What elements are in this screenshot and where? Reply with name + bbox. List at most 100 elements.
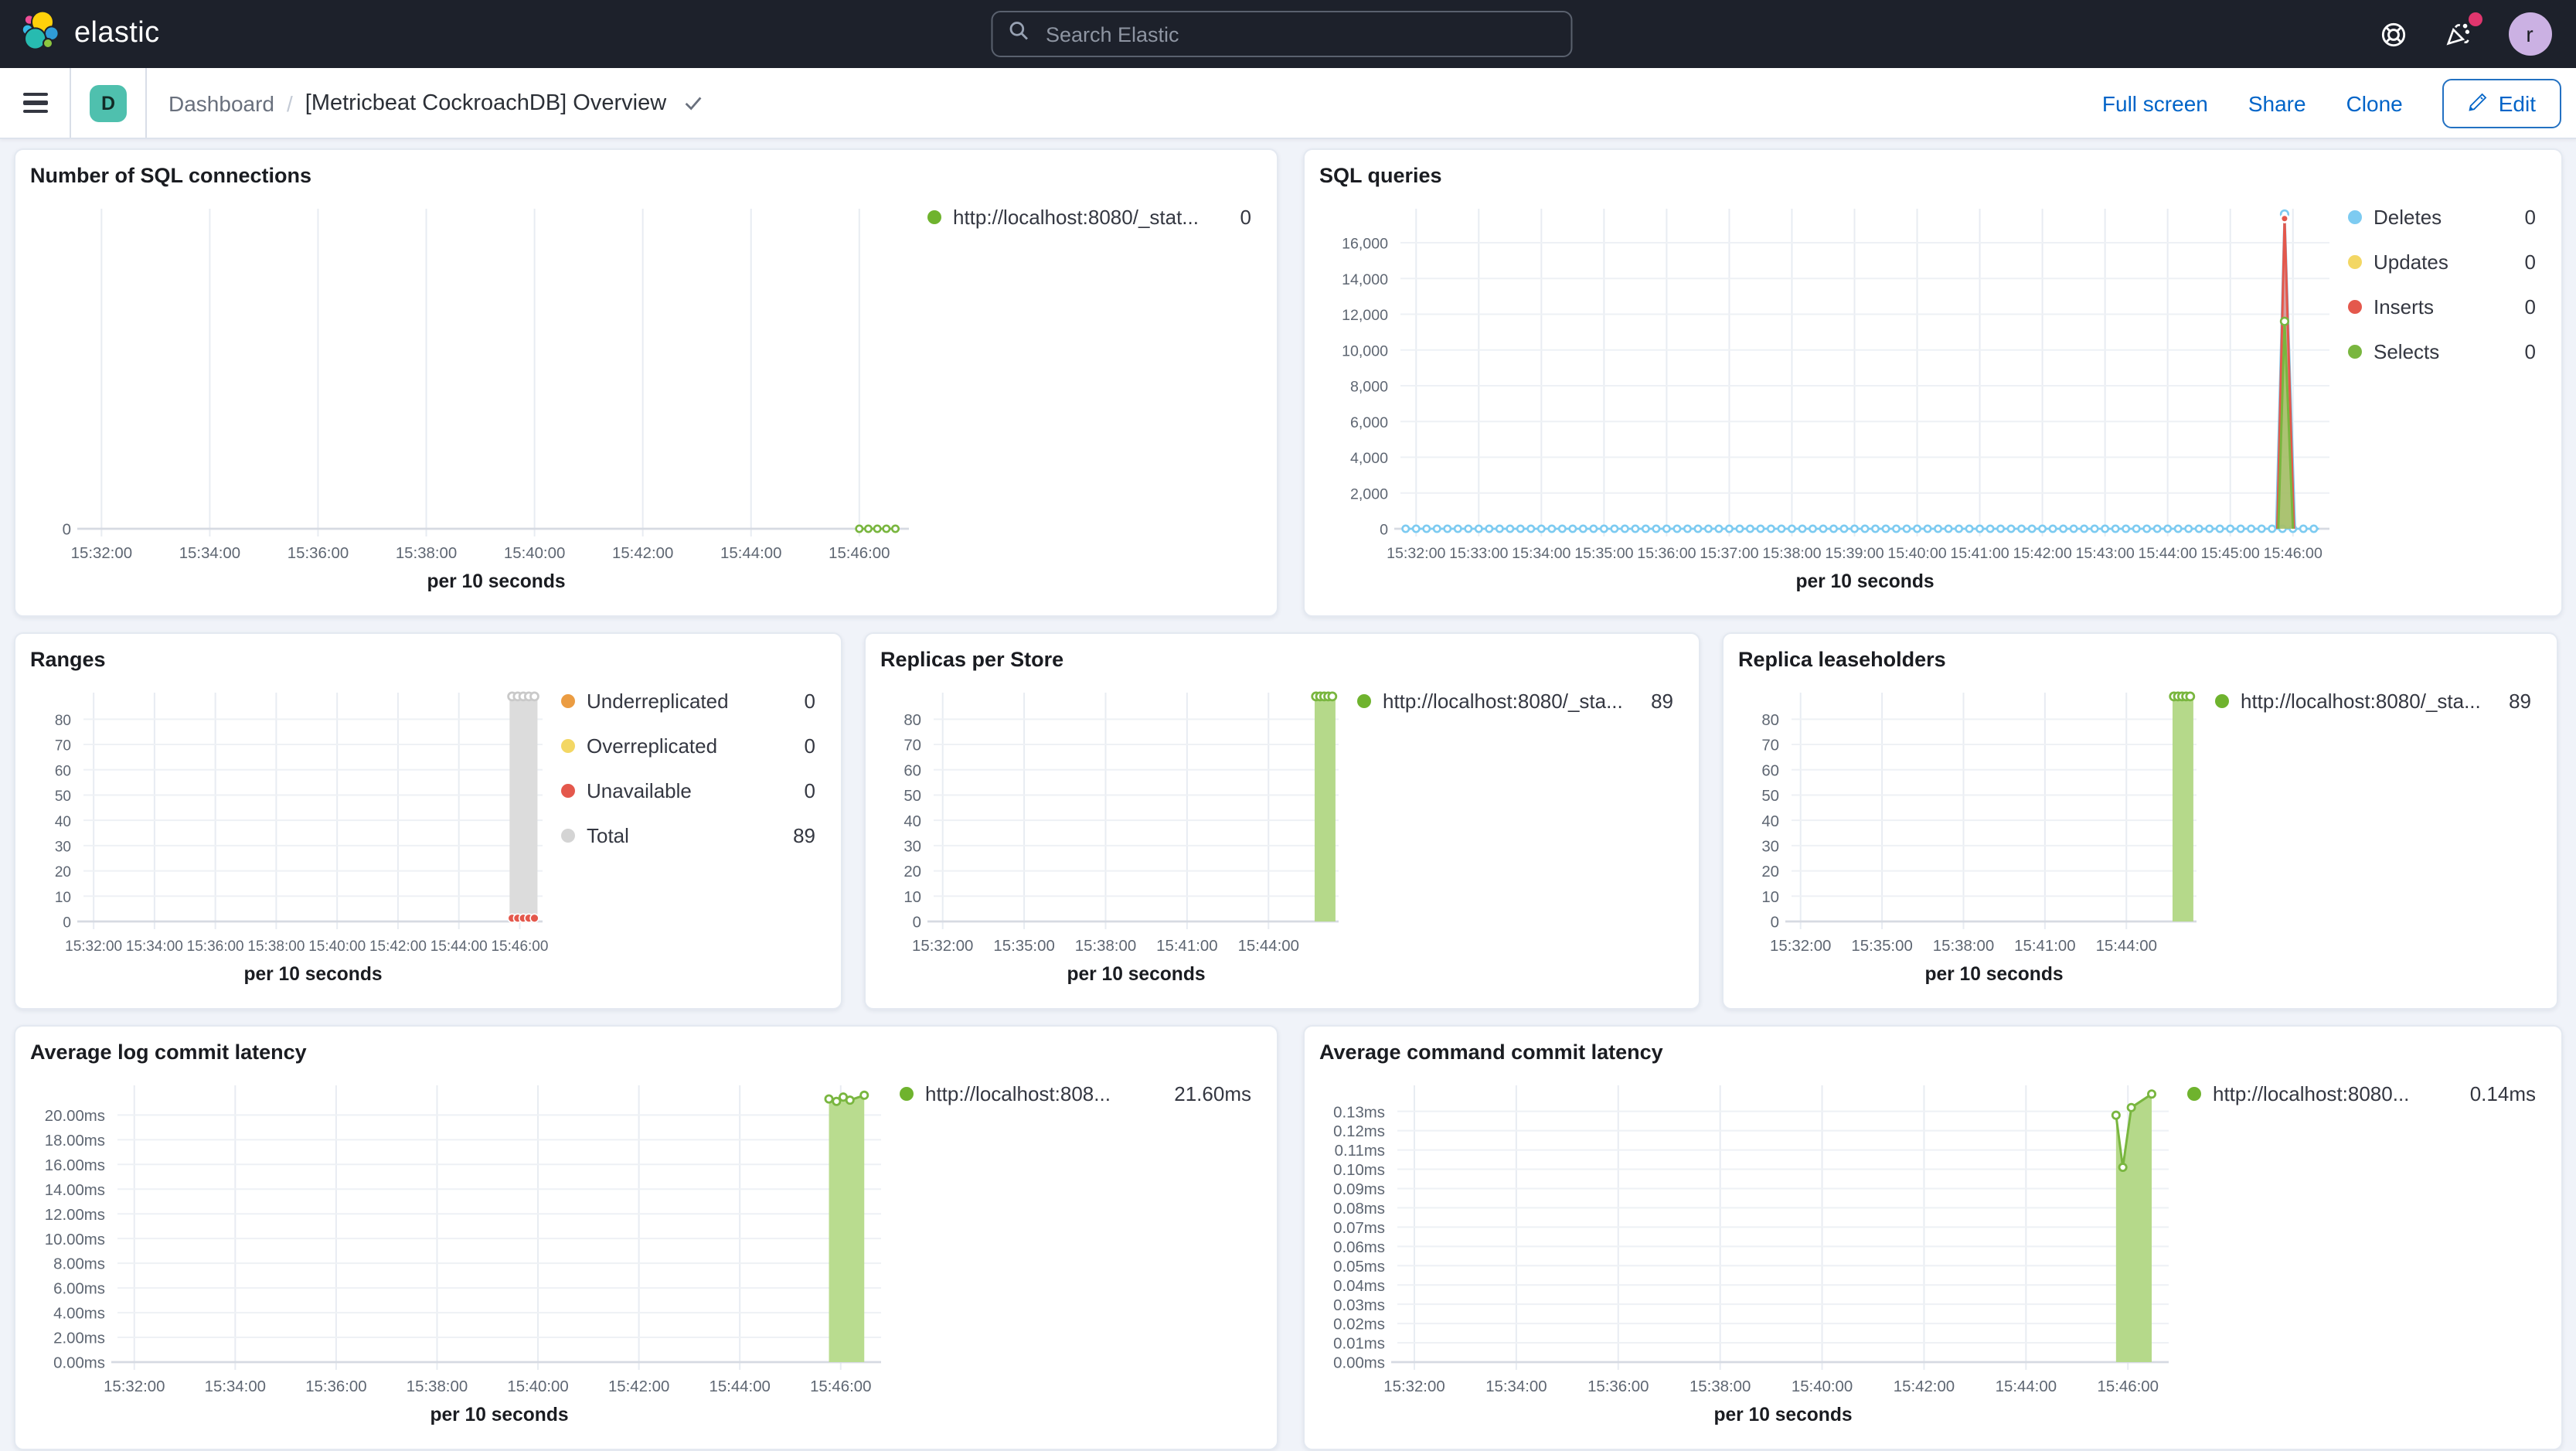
dashboard-toolbar: D Dashboard / [Metricbeat CockroachDB] O… xyxy=(0,68,2576,139)
svg-text:15:35:00: 15:35:00 xyxy=(992,938,1053,955)
panel-title[interactable]: Replicas per Store xyxy=(880,646,1683,674)
dashboard-app-badge[interactable]: D xyxy=(90,84,127,121)
legend-label: http://localhost:8080/_sta... xyxy=(1383,690,1623,713)
svg-text:15:40:00: 15:40:00 xyxy=(1887,545,1945,562)
panel-title[interactable]: Average log commit latency xyxy=(30,1039,1261,1067)
legend-label: http://localhost:808... xyxy=(925,1082,1111,1105)
svg-text:80: 80 xyxy=(54,713,70,729)
chart-canvas[interactable]: 0 10 20 30 40 50 60 70 80 15:32:00 15:35:00 15:38:0… xyxy=(1738,680,2214,993)
user-avatar[interactable]: r xyxy=(2508,12,2551,56)
panel-title[interactable]: SQL queries xyxy=(1319,162,2545,190)
legend-value: 21.60ms xyxy=(1174,1082,1251,1105)
breadcrumb: Dashboard / [Metricbeat CockroachDB] Ove… xyxy=(147,90,705,115)
elastic-brand[interactable]: elastic xyxy=(0,9,160,58)
svg-text:15:42:00: 15:42:00 xyxy=(1893,1378,1954,1395)
svg-text:80: 80 xyxy=(1761,712,1778,729)
legend-item[interactable]: Total 89 xyxy=(560,824,815,847)
global-search[interactable] xyxy=(991,11,1573,57)
legend-item[interactable]: http://localhost:808... 21.60ms xyxy=(899,1082,1251,1105)
svg-text:15:40:00: 15:40:00 xyxy=(506,1378,567,1395)
svg-text:0.05ms: 0.05ms xyxy=(1332,1259,1384,1276)
legend-item[interactable]: Inserts 0 xyxy=(2347,295,2536,318)
svg-text:15:42:00: 15:42:00 xyxy=(607,1378,669,1395)
panel-title[interactable]: Average command commit latency xyxy=(1319,1039,2545,1067)
svg-text:15:43:00: 15:43:00 xyxy=(2074,545,2133,562)
legend-item[interactable]: http://localhost:8080/_sta... 89 xyxy=(1356,690,1673,713)
legend-value: 0 xyxy=(804,690,815,713)
chart-canvas[interactable]: 0.00ms 0.01ms 0.02ms 0.03ms 0.04ms 0.05ms 0.06… xyxy=(1319,1073,2186,1433)
legend-dot-icon xyxy=(560,829,574,843)
panel-title[interactable]: Replica leaseholders xyxy=(1738,646,2540,674)
svg-text:per 10 seconds: per 10 seconds xyxy=(1924,964,2062,985)
legend-dot-icon xyxy=(2347,210,2361,224)
search-input[interactable] xyxy=(1042,21,1556,47)
svg-text:15:40:00: 15:40:00 xyxy=(308,938,365,955)
legend-label: Underreplicated xyxy=(587,690,729,713)
dashboard-panel: Number of SQL connections 0 15:32:00 15:34… xyxy=(13,148,1278,617)
chart-canvas[interactable]: 0 10 20 30 40 50 60 70 80 15:32:00 15:34:00 15:36:0… xyxy=(30,680,560,993)
menu-icon[interactable] xyxy=(0,68,71,138)
panel-body: 0 10 20 30 40 50 60 70 80 15:32:00 15:35:00 15:38:0… xyxy=(1738,680,2540,993)
legend-item[interactable]: http://localhost:8080/_stat... 0 xyxy=(927,206,1251,229)
dashboard-panel: Replica leaseholders 0 10 20 30 40 50 60 70 80 15… xyxy=(1721,632,2557,1010)
chart-canvas[interactable]: 0 15:32:00 15:34:00 15:36:00 15:38:00 15:40:0… xyxy=(30,196,927,600)
newsfeed-icon[interactable] xyxy=(2443,12,2482,49)
chart-legend: Deletes 0 Updates 0 Inserts 0 Selects 0 xyxy=(2347,206,2536,600)
dashboard-panel: SQL queries 0 2,000 4,000 6,000 8,000 10,000 1… xyxy=(1302,148,2562,617)
svg-text:10: 10 xyxy=(1761,889,1778,906)
svg-text:70: 70 xyxy=(1761,737,1778,754)
share-button[interactable]: Share xyxy=(2248,90,2306,115)
chart-canvas[interactable]: 0 10 20 30 40 50 60 70 80 15:32:00 15:35:00 15:38:0… xyxy=(880,680,1356,993)
svg-text:15:39:00: 15:39:00 xyxy=(1824,545,1883,562)
full-screen-button[interactable]: Full screen xyxy=(2102,90,2208,115)
notification-badge xyxy=(2468,12,2482,26)
legend-value: 0 xyxy=(2524,295,2536,318)
svg-text:15:44:00: 15:44:00 xyxy=(2138,545,2197,562)
svg-text:15:38:00: 15:38:00 xyxy=(406,1378,467,1395)
legend-item[interactable]: Selects 0 xyxy=(2347,340,2536,363)
svg-text:0: 0 xyxy=(1379,522,1387,539)
svg-text:0.09ms: 0.09ms xyxy=(1332,1181,1384,1198)
legend-dot-icon xyxy=(2347,255,2361,269)
svg-text:10: 10 xyxy=(54,890,70,906)
svg-text:40: 40 xyxy=(1761,813,1778,830)
chart-legend: http://localhost:8080/_stat... 0 xyxy=(927,206,1251,600)
svg-text:per 10 seconds: per 10 seconds xyxy=(426,571,564,592)
legend-label: Total xyxy=(587,824,629,847)
legend-dot-icon xyxy=(560,784,574,798)
svg-text:15:45:00: 15:45:00 xyxy=(2200,545,2259,562)
svg-text:2,000: 2,000 xyxy=(1349,485,1387,502)
panel-title[interactable]: Number of SQL connections xyxy=(30,162,1261,190)
svg-text:15:37:00: 15:37:00 xyxy=(1699,545,1758,562)
svg-text:10: 10 xyxy=(903,889,920,906)
clone-button[interactable]: Clone xyxy=(2346,90,2403,115)
legend-dot-icon xyxy=(560,694,574,708)
edit-button[interactable]: Edit xyxy=(2442,78,2561,128)
chart-canvas[interactable]: 0.00ms 2.00ms 4.00ms 6.00ms 8.00ms 10.00ms 12.… xyxy=(30,1073,899,1433)
chart-canvas[interactable]: 0 2,000 4,000 6,000 8,000 10,000 12,000 14,000 1… xyxy=(1319,196,2347,600)
svg-text:15:41:00: 15:41:00 xyxy=(1949,545,2008,562)
svg-text:15:42:00: 15:42:00 xyxy=(369,938,426,955)
legend-item[interactable]: Deletes 0 xyxy=(2347,206,2536,229)
svg-text:0.01ms: 0.01ms xyxy=(1332,1336,1384,1353)
breadcrumb-dashboard[interactable]: Dashboard xyxy=(168,90,274,115)
legend-item[interactable]: Underreplicated 0 xyxy=(560,690,815,713)
legend-item[interactable]: Overreplicated 0 xyxy=(560,734,815,758)
dashboard-row-2: Ranges 0 10 20 30 40 50 60 70 80 15:32:00 15:34:00… xyxy=(13,632,2563,1010)
legend-item[interactable]: http://localhost:8080... 0.14ms xyxy=(2186,1082,2536,1105)
toolbar-actions: Full screen Share Clone Edit xyxy=(2102,78,2576,128)
panel-title[interactable]: Ranges xyxy=(30,646,825,674)
page-title[interactable]: [Metricbeat CockroachDB] Overview xyxy=(305,90,666,115)
legend-item[interactable]: http://localhost:8080/_sta... 89 xyxy=(2214,690,2531,713)
help-icon[interactable] xyxy=(2378,19,2409,49)
svg-text:15:46:00: 15:46:00 xyxy=(2263,545,2322,562)
panel-body: 0 2,000 4,000 6,000 8,000 10,000 12,000 14,000 1… xyxy=(1319,196,2545,600)
svg-text:15:36:00: 15:36:00 xyxy=(287,545,348,562)
legend-value: 89 xyxy=(793,824,815,847)
svg-text:4.00ms: 4.00ms xyxy=(53,1306,104,1323)
svg-text:15:33:00: 15:33:00 xyxy=(1448,545,1507,562)
legend-item[interactable]: Unavailable 0 xyxy=(560,779,815,802)
dashboard-panel: Average command commit latency 0.00ms 0.0… xyxy=(1302,1025,2562,1450)
panel-body: 0.00ms 0.01ms 0.02ms 0.03ms 0.04ms 0.05ms 0.06… xyxy=(1319,1073,2545,1433)
legend-item[interactable]: Updates 0 xyxy=(2347,250,2536,274)
